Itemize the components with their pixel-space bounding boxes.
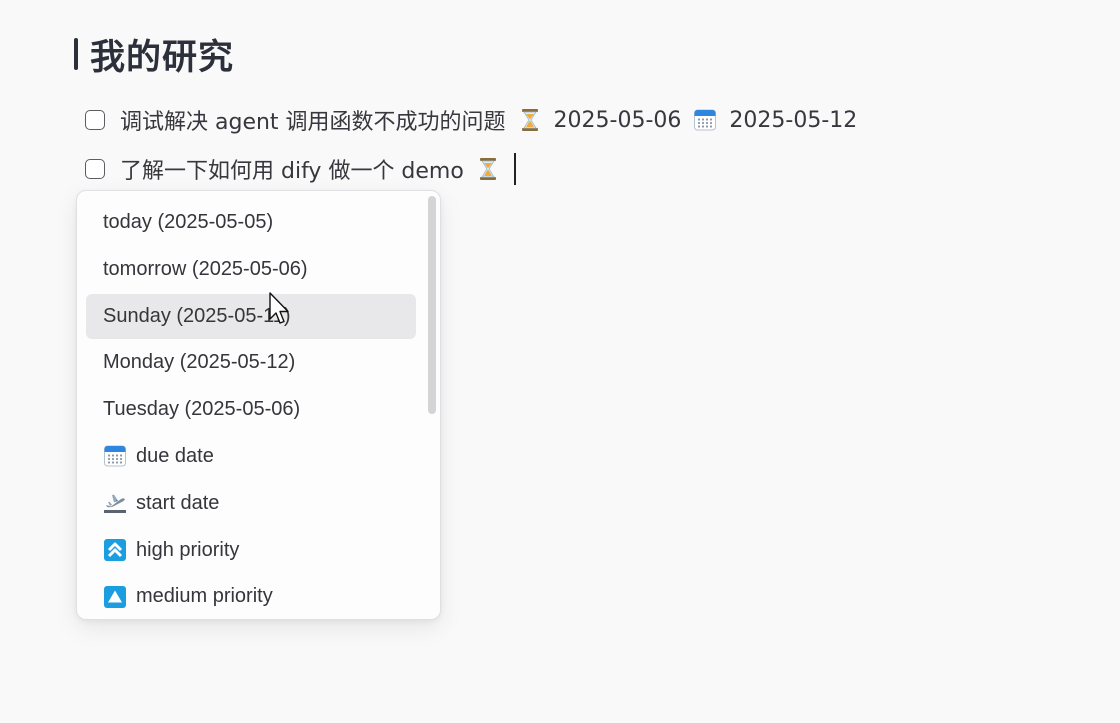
suggestion-label: medium priority [136, 585, 273, 608]
due-date[interactable]: 2025-05-12 [729, 108, 857, 133]
suggestion-label: due date [136, 444, 214, 467]
task-checkbox[interactable] [85, 159, 105, 179]
page-title: 我的研究 [90, 37, 235, 78]
hourglass-icon [476, 156, 500, 182]
suggestion-list: today (2025-05-05) tomorrow (2025-05-06)… [86, 200, 416, 619]
airplane-departure-icon [103, 491, 127, 515]
calendar-icon [693, 107, 717, 133]
scheduled-date[interactable]: 2025-05-06 [554, 108, 682, 133]
suggestion-label: today (2025-05-05) [103, 211, 274, 233]
suggestion-label: high priority [136, 538, 240, 561]
suggestion-high-priority[interactable]: high priority [86, 528, 416, 573]
heading: 我的研究 [74, 30, 234, 78]
task-item: 了解一下如何用 dify 做一个 demo [85, 153, 516, 185]
text-caret [513, 153, 516, 185]
editor-page: 我的研究 调试解决 agent 调用函数不成功的问题 2025-05-06 20… [0, 0, 1120, 723]
popup-scrollbar[interactable] [428, 196, 436, 414]
suggestion-monday[interactable]: Monday (2025-05-12) [86, 340, 416, 385]
suggestion-sunday[interactable]: Sunday (2025-05-11) [86, 293, 416, 339]
suggestion-label: Tuesday (2025-05-06) [103, 398, 301, 421]
suggestion-label: start date [136, 491, 220, 514]
hourglass-icon [518, 107, 542, 133]
suggestion-label: tomorrow (2025-05-06) [103, 257, 308, 280]
calendar-icon [103, 444, 127, 468]
suggestion-start-date[interactable]: start date [86, 481, 416, 526]
up-triangle-icon [103, 585, 127, 609]
task-text[interactable]: 调试解决 agent 调用函数不成功的问题 [120, 104, 506, 136]
mouse-pointer-icon [269, 292, 289, 324]
suggestion-label: Sunday (2025-05-11) [103, 304, 291, 327]
task-item: 调试解决 agent 调用函数不成功的问题 2025-05-06 2025-05… [85, 105, 857, 135]
task-text[interactable]: 了解一下如何用 dify 做一个 demo [120, 153, 464, 185]
task-checkbox[interactable] [85, 110, 105, 130]
double-up-arrow-icon [103, 538, 127, 562]
suggestion-medium-priority[interactable]: medium priority [86, 574, 416, 619]
date-suggestion-popup: today (2025-05-05) tomorrow (2025-05-06)… [76, 190, 441, 620]
suggestion-label: Monday (2025-05-12) [103, 351, 296, 374]
suggestion-tomorrow[interactable]: tomorrow (2025-05-06) [86, 247, 416, 292]
suggestion-tuesday[interactable]: Tuesday (2025-05-06) [86, 387, 416, 432]
suggestion-today[interactable]: today (2025-05-05) [86, 200, 416, 245]
suggestion-due-date[interactable]: due date [86, 434, 416, 479]
heading-marker [74, 38, 78, 70]
